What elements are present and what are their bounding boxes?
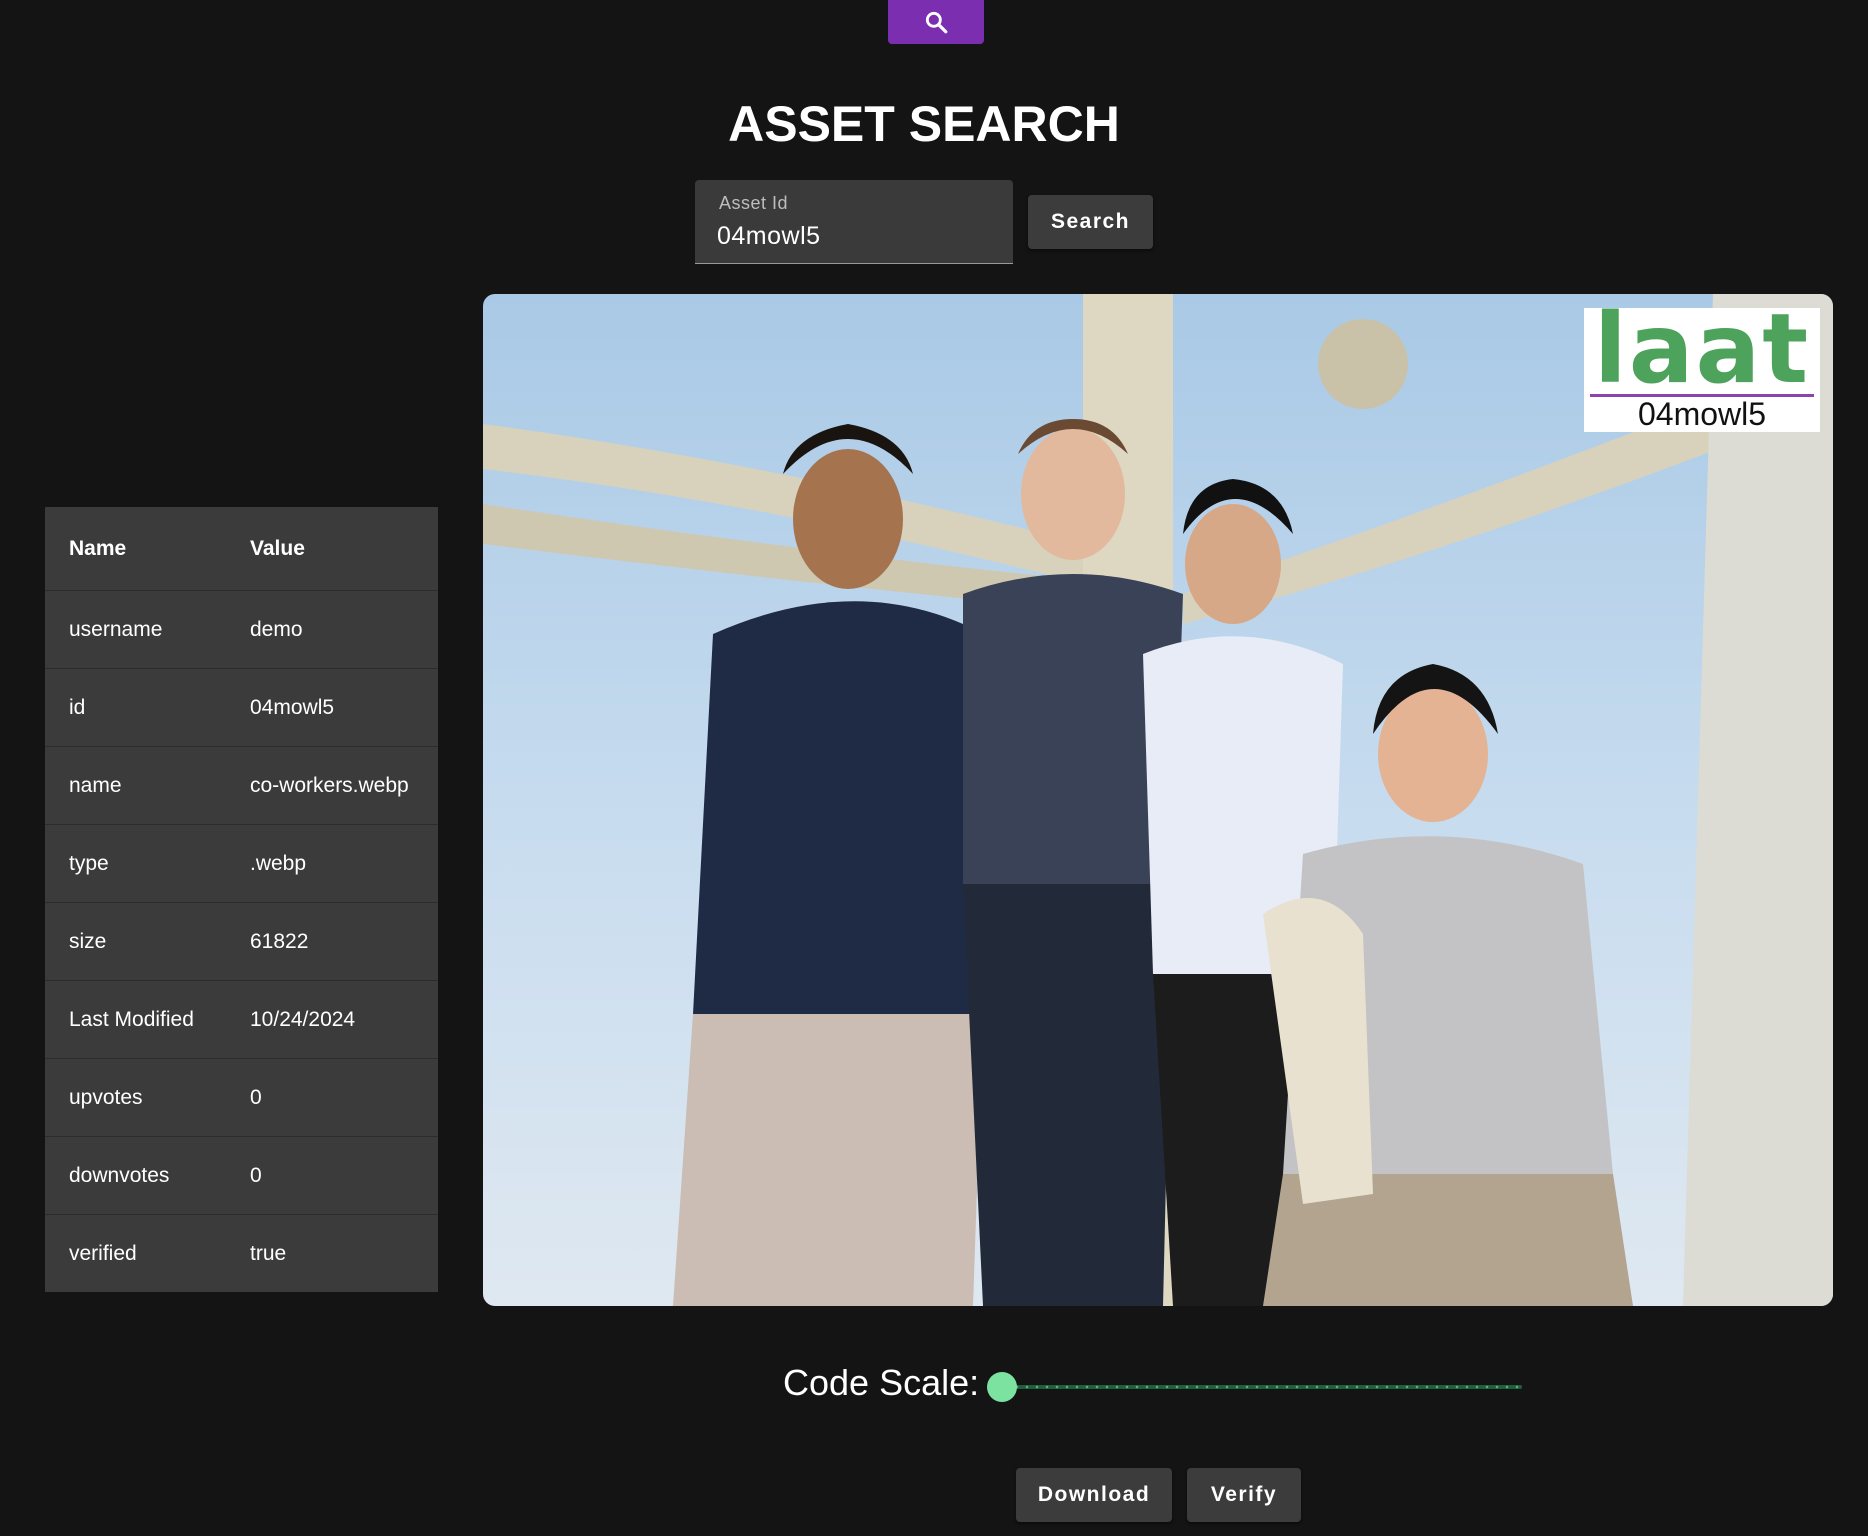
watermark-badge: laat 04mowl5 [1584, 294, 1820, 432]
asset-id-label: Asset Id [719, 193, 789, 213]
row-value: 04mowl5 [226, 668, 438, 747]
watermark-logo: laat [1593, 294, 1811, 405]
table-row: verified true [45, 1215, 438, 1293]
row-key: size [45, 902, 226, 981]
row-key: type [45, 824, 226, 903]
metadata-table: Name Value username demo id 04mowl5 name… [45, 507, 438, 1292]
row-key: username [45, 590, 226, 669]
asset-image: laat 04mowl5 [483, 294, 1833, 1306]
row-value: true [250, 1241, 287, 1265]
search-button[interactable]: Search [1028, 195, 1153, 249]
row-value: demo [226, 590, 438, 669]
row-value: 0 [226, 1136, 438, 1215]
search-icon [925, 11, 948, 34]
download-button[interactable]: Download [1016, 1468, 1172, 1522]
watermark-code: 04mowl5 [1637, 396, 1767, 432]
row-key: name [45, 746, 226, 825]
row-key: Last Modified [45, 980, 226, 1059]
table-row: size 61822 [45, 902, 438, 981]
row-key: upvotes [45, 1058, 226, 1137]
row-value: 10/24/2024 [226, 980, 438, 1059]
row-value: 61822 [226, 902, 438, 981]
row-key: downvotes [45, 1136, 226, 1215]
code-scale-label: Code Scale: [783, 1362, 980, 1403]
row-key: verified [69, 1241, 137, 1265]
photo-illustration [483, 294, 1833, 1306]
row-value: .webp [226, 824, 438, 903]
table-row: upvotes 0 [45, 1058, 438, 1137]
row-value: 0 [226, 1058, 438, 1137]
table-row: id 04mowl5 [45, 668, 438, 747]
row-value: co-workers.webp [226, 746, 438, 825]
verify-button[interactable]: Verify [1187, 1468, 1301, 1522]
column-header-name: Name [45, 507, 226, 591]
table-row: type .webp [45, 824, 438, 903]
table-row: username demo [45, 590, 438, 669]
table-header-row: Name Value [45, 507, 438, 591]
code-scale-slider-thumb[interactable] [987, 1372, 1017, 1402]
column-header-value: Value [226, 507, 438, 591]
table-row: Last Modified 10/24/2024 [45, 980, 438, 1059]
asset-id-input[interactable] [717, 220, 987, 252]
code-scale-slider-track[interactable] [1002, 1385, 1522, 1389]
table-row: name co-workers.webp [45, 746, 438, 825]
top-search-tab[interactable] [888, 0, 984, 44]
table-row: downvotes 0 [45, 1136, 438, 1215]
page-title: ASSET SEARCH [728, 96, 1120, 152]
asset-id-field[interactable]: Asset Id [695, 180, 1013, 264]
row-key: id [45, 668, 226, 747]
